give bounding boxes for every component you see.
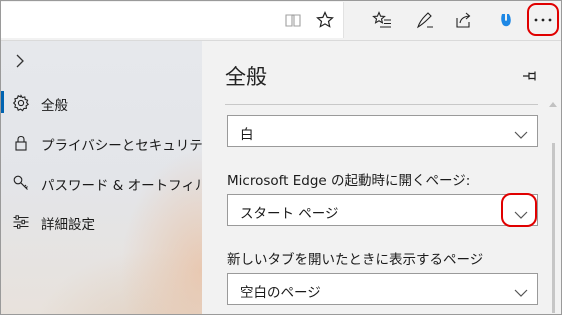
new-tab-select[interactable]: 空白のページ [227,273,538,305]
scroll-up-icon[interactable] [547,99,559,109]
sidebar-item-label: 詳細設定 [41,217,95,233]
startup-page-select[interactable]: スタート ページ [227,194,538,226]
sidebar-item-passwords[interactable]: パスワード & オートフィル [1,167,208,197]
sliders-icon [12,213,30,231]
reading-view-icon[interactable] [280,7,306,33]
favorites-list-icon[interactable] [369,7,395,33]
scrollbar[interactable] [547,99,559,314]
favorite-star-icon[interactable] [312,7,338,33]
more-icon [534,18,552,21]
sidebar-item-label: プライバシーとセキュリティ [41,138,216,154]
selected-indicator [1,91,4,113]
startup-page-label: Microsoft Edge の起動時に開くページ: [227,173,471,189]
key-icon [12,174,30,192]
gear-icon [12,94,30,112]
new-tab-value: 空白のページ [240,285,321,301]
sidebar-item-privacy[interactable]: プライバシーとセキュリティ [1,127,215,157]
pin-icon[interactable] [522,67,538,86]
chevron-down-icon [514,125,528,144]
browser-window: 全般 プライバシーとセキュリティ パスワード & オートフィル 詳細設定 全般 [0,0,562,315]
chevron-down-icon [514,283,528,302]
web-note-icon[interactable] [412,7,438,33]
page-title: 全般 [225,65,267,89]
sidebar-item-label: 全般 [41,98,68,114]
theme-select-value: 白 [240,127,254,143]
sidebar-item-advanced[interactable]: 詳細設定 [1,206,202,236]
lock-icon [12,134,30,152]
sidebar-item-general[interactable]: 全般 [1,87,202,117]
more-button[interactable] [527,3,559,36]
toolbar [1,1,561,41]
scroll-thumb[interactable] [552,143,555,313]
new-tab-label: 新しいタブを開いたときに表示するページ [227,252,484,268]
divider [225,104,538,105]
theme-select[interactable]: 白 [227,115,538,147]
expand-chevron-icon[interactable] [15,53,25,72]
startup-page-value: スタート ページ [240,206,339,222]
highlight-marker [501,193,537,227]
sidebar-item-label: パスワード & オートフィル [41,178,209,194]
settings-panel: 全般 白 Microsoft Edge の起動時に開くページ: スタート ページ… [202,41,561,314]
settings-sidebar: 全般 プライバシーとセキュリティ パスワード & オートフィル 詳細設定 [1,41,215,314]
share-icon[interactable] [450,7,476,33]
extension-icon[interactable] [493,7,519,33]
